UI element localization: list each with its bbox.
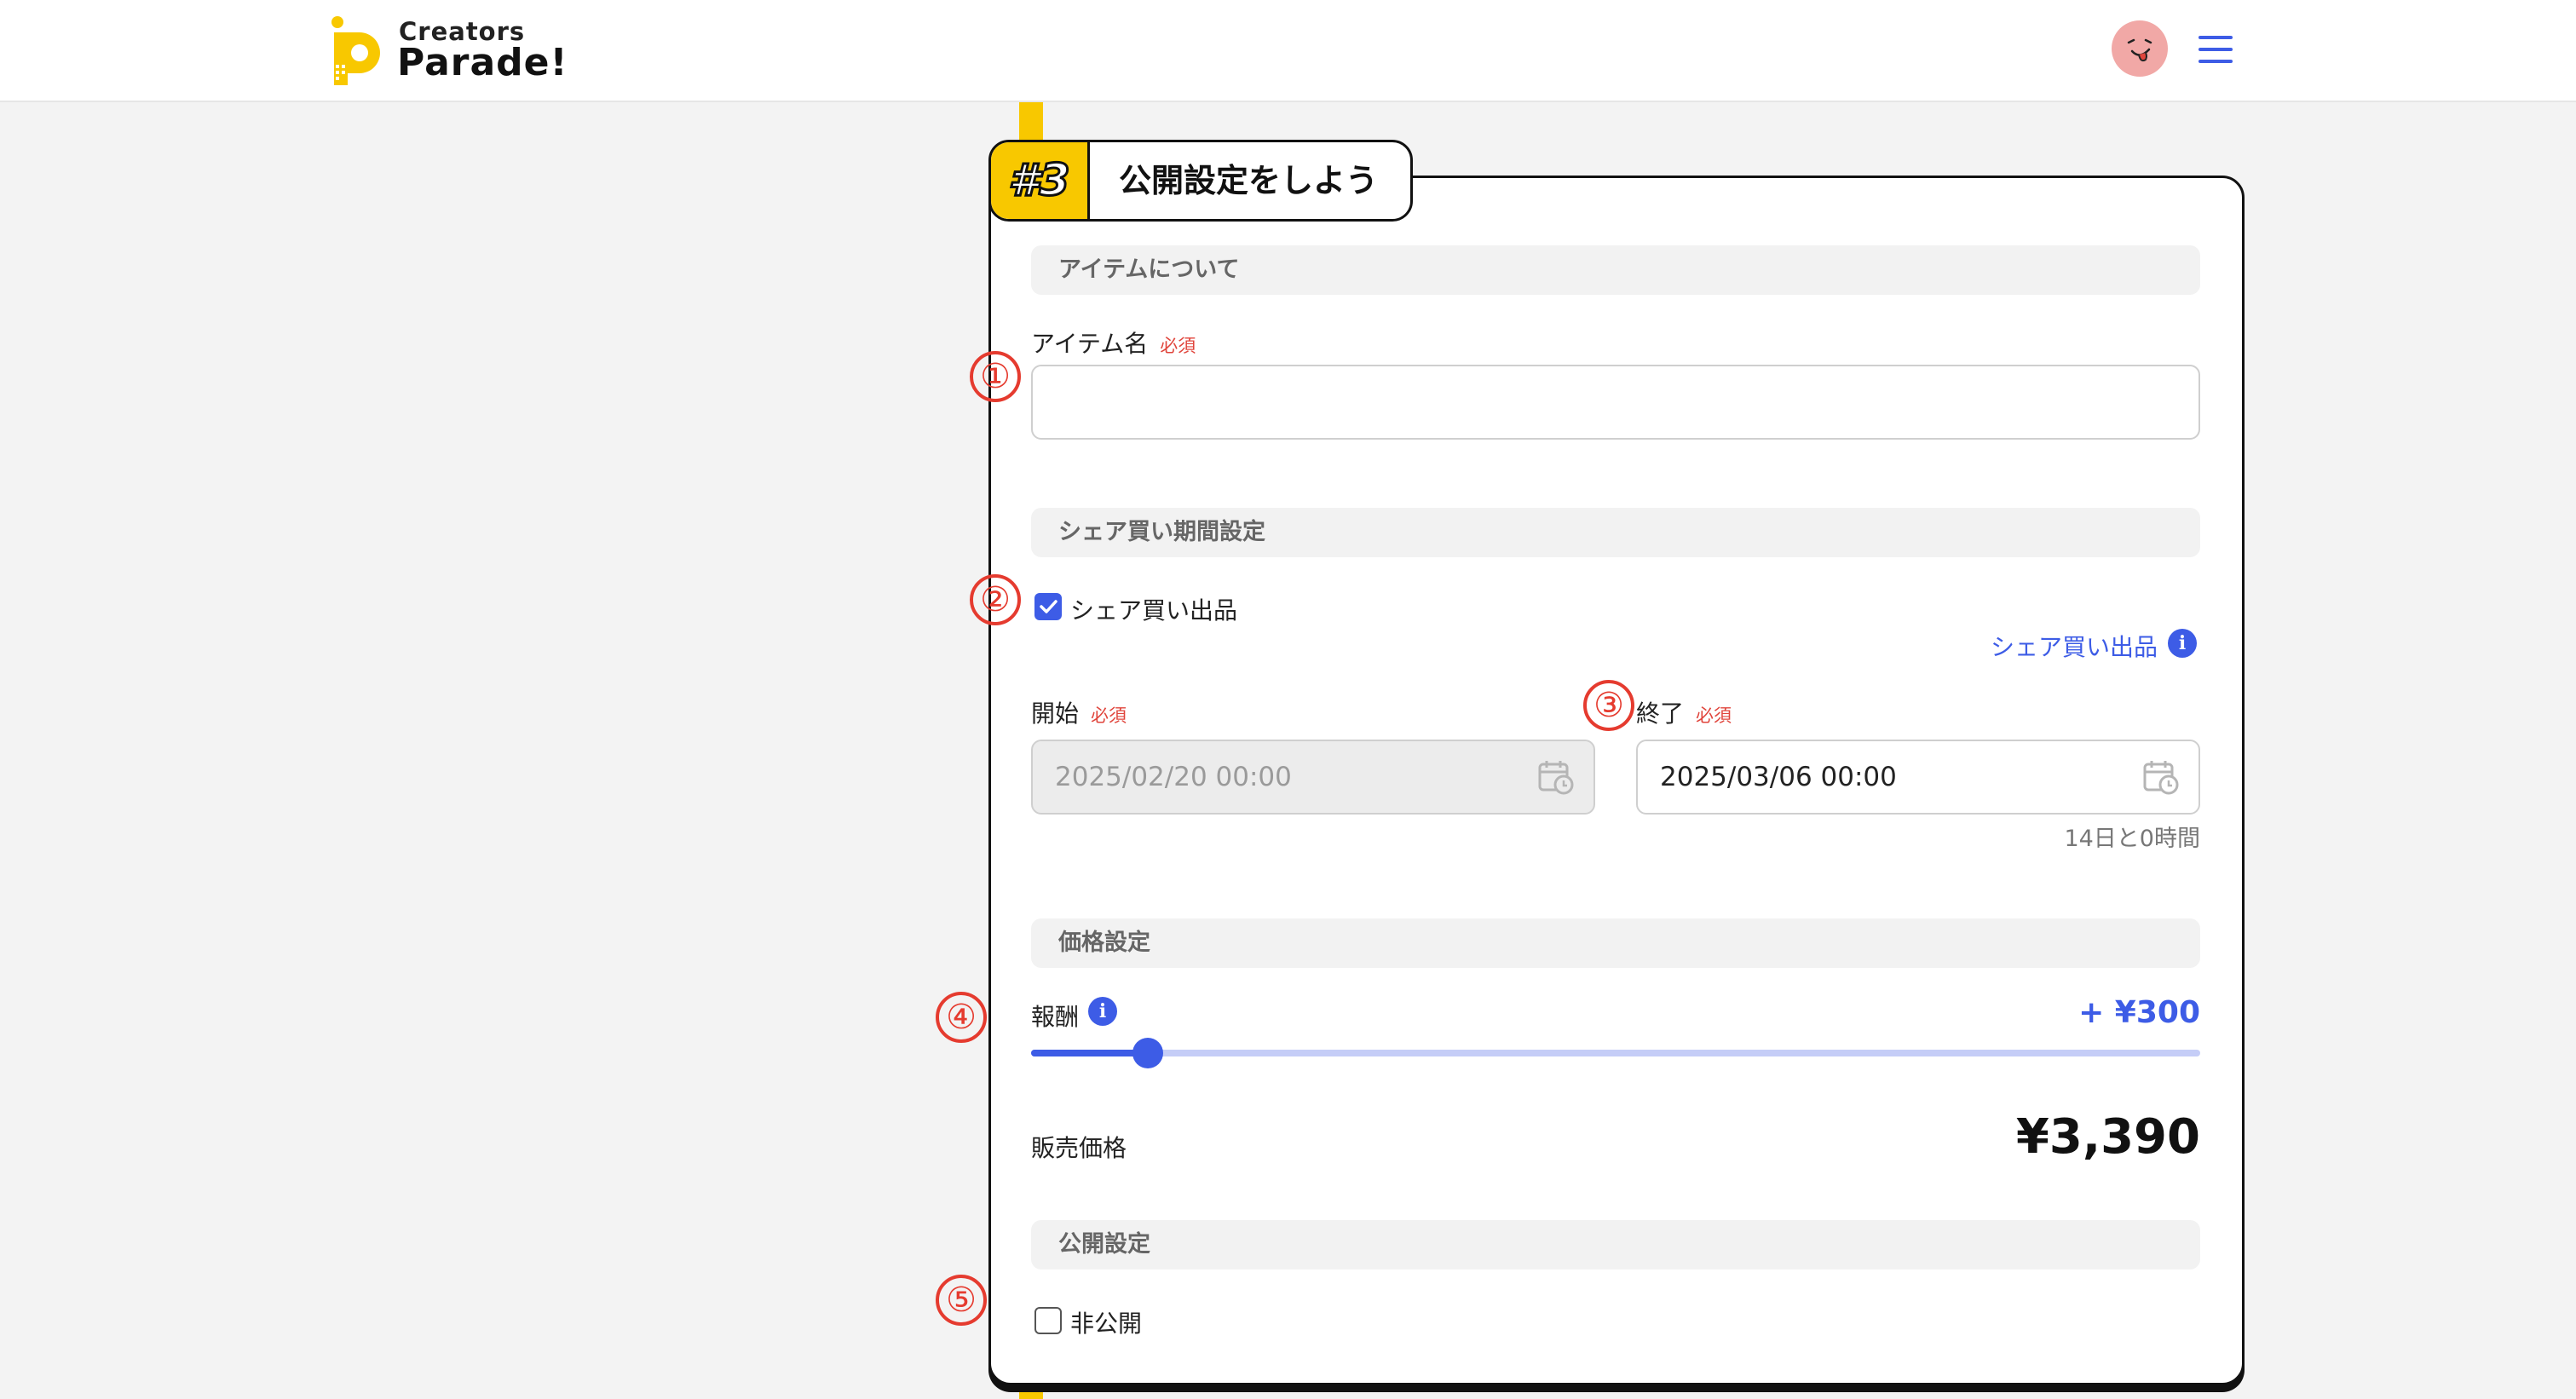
required-badge: 必須 (1160, 336, 1196, 356)
start-date-input: 2025/02/20 00:00 (1031, 740, 1595, 815)
avatar[interactable] (2112, 20, 2168, 77)
hamburger-menu-icon[interactable] (2199, 36, 2233, 63)
marker-4: ④ (936, 992, 987, 1043)
top-header: Creators Parade! (0, 0, 2576, 102)
private-checkbox-label[interactable]: 非公開 (1070, 1305, 1142, 1339)
section-price-heading: 価格設定 (1031, 918, 2200, 968)
start-label: 開始 必須 (1031, 695, 1127, 729)
share-buy-checkbox-label[interactable]: シェア買い出品 (1070, 592, 1237, 626)
reward-label: 報酬 (1031, 1003, 1080, 1031)
marker-2: ② (970, 574, 1021, 625)
duration-text: 14日と0時間 (2064, 826, 2200, 852)
sale-price-label: 販売価格 (1031, 1134, 1127, 1162)
end-date-value: 2025/03/06 00:00 (1660, 762, 1897, 792)
item-name-label: アイテム名 必須 (1031, 325, 1196, 360)
marker-1: ① (970, 351, 1021, 402)
calendar-clock-icon (1538, 761, 1574, 795)
checkmark-icon (1040, 600, 1057, 613)
info-icon[interactable]: i (1088, 997, 1117, 1026)
share-buy-help-link[interactable]: シェア買い出品 (1991, 629, 2158, 663)
end-label: 終了 必須 (1636, 695, 1732, 729)
step-title: 公開設定をしよう (1119, 162, 1379, 199)
step-number: #3 (991, 142, 1090, 219)
marker-5: ⑤ (936, 1275, 987, 1326)
reward-slider-thumb[interactable] (1132, 1038, 1164, 1068)
start-date-value: 2025/02/20 00:00 (1055, 762, 1292, 792)
section-item-heading: アイテムについて (1031, 245, 2200, 295)
private-checkbox[interactable] (1034, 1307, 1062, 1334)
calendar-clock-icon[interactable] (2142, 758, 2180, 796)
required-badge: 必須 (1091, 705, 1127, 726)
logo-text-bottom: Parade! (397, 41, 568, 84)
end-label-text: 終了 (1636, 700, 1685, 728)
sale-price-value: ¥3,390 (2015, 1109, 2200, 1165)
smiley-tongue-avatar-icon (2127, 38, 2152, 62)
step-header: #3 公開設定をしよう (988, 140, 1413, 222)
section-share-heading: シェア買い期間設定 (1031, 508, 2200, 557)
required-badge: 必須 (1696, 705, 1732, 726)
section-publish-heading: 公開設定 (1031, 1220, 2200, 1269)
item-name-input[interactable] (1031, 365, 2200, 440)
info-icon[interactable]: i (2168, 629, 2197, 658)
logo-mark-icon (331, 16, 380, 85)
creators-parade-logo[interactable]: Creators Parade! (331, 14, 578, 85)
reward-value: + ¥300 (2078, 995, 2200, 1030)
share-buy-checkbox[interactable] (1034, 593, 1062, 620)
reward-slider-fill (1031, 1050, 1149, 1056)
start-label-text: 開始 (1031, 700, 1080, 728)
reward-slider-track[interactable] (1031, 1050, 2200, 1056)
item-name-label-text: アイテム名 (1031, 330, 1149, 358)
marker-3: ③ (1583, 680, 1634, 731)
end-date-input[interactable]: 2025/03/06 00:00 (1636, 740, 2200, 815)
